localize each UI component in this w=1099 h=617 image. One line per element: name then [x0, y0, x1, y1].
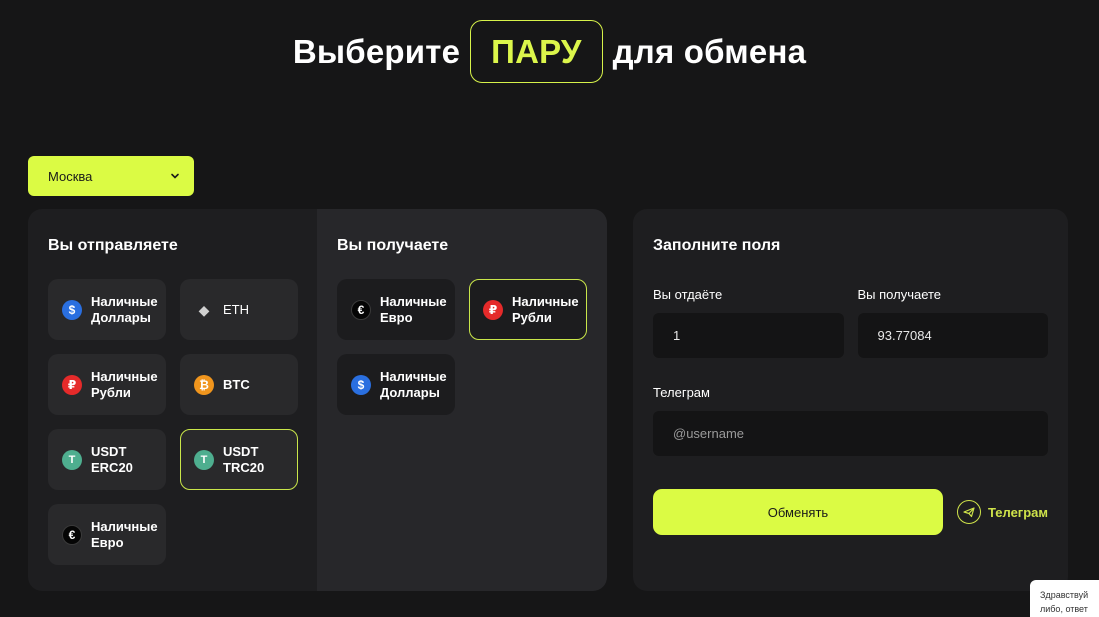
telegram-link-label: Телеграм: [987, 504, 1048, 520]
currency-label-line1: Наличные: [91, 293, 158, 309]
currency-label: ETH: [223, 301, 249, 317]
euro-icon: €: [351, 299, 371, 320]
send-eth[interactable]: ◆ ETH: [180, 279, 298, 340]
page-title: Выберите ПАРУ для обмена: [0, 20, 1099, 83]
ruble-icon: ₽: [483, 299, 503, 320]
currency-label-line1: Наличные: [91, 368, 158, 384]
title-highlight: ПАРУ: [470, 20, 603, 83]
receive-cash-eur[interactable]: € Наличные Евро: [337, 279, 455, 340]
currency-label-line2: ERC20: [91, 459, 133, 475]
currency-label-line1: Наличные: [380, 293, 447, 309]
chat-line-2: либо, ответ: [1040, 604, 1088, 614]
telegram-link[interactable]: Телеграм: [956, 500, 1048, 524]
exchange-button[interactable]: Обменять: [653, 489, 943, 535]
send-title: Вы отправляете: [48, 237, 178, 254]
get-amount-value: 93.77084: [877, 328, 932, 343]
ethereum-icon: ◆: [198, 301, 210, 318]
receive-currency-list: € Наличные Евро ₽ Наличные Рубли $ Наличны…: [337, 279, 587, 415]
chat-line-1: Здравствуй: [1040, 590, 1089, 600]
telegram-input[interactable]: @username: [653, 411, 1048, 456]
telegram-label: Телеграм: [653, 385, 710, 400]
currency-label-line1: Наличные: [91, 518, 158, 534]
get-amount-input[interactable]: 93.77084: [857, 313, 1048, 358]
currency-label-line2: TRC20: [223, 459, 265, 475]
give-amount-input[interactable]: 1: [653, 313, 844, 358]
get-field: Вы получаете 93.77084: [857, 287, 1048, 358]
receive-column: Вы получаете € Наличные Евро ₽ Наличные Ру…: [317, 209, 607, 591]
currency-label-line2: Рубли: [91, 384, 131, 400]
title-prefix: Выберите: [292, 32, 461, 70]
currency-label-line2: Рубли: [512, 309, 552, 325]
currency-label: Наличные Рубли: [512, 294, 579, 326]
exchange-panel: Вы отправляете $ Наличные Доллары ◆ ETH ₽…: [28, 209, 607, 591]
send-column: Вы отправляете $ Наличные Доллары ◆ ETH ₽…: [28, 209, 317, 591]
currency-label-line2: Доллары: [91, 309, 151, 325]
currency-label: USDT ERC20: [91, 444, 133, 476]
currency-label-line1: USDT: [223, 443, 259, 459]
send-btc[interactable]: ₿ BTC: [180, 354, 298, 415]
receive-title: Вы получаете: [337, 237, 449, 254]
currency-label: Наличные Рубли: [91, 369, 158, 401]
send-cash-rub[interactable]: ₽ Наличные Рубли: [48, 354, 166, 415]
receive-cash-usd[interactable]: $ Наличные Доллары: [337, 354, 455, 415]
currency-label: Наличные Доллары: [91, 294, 158, 326]
title-suffix: для обмена: [612, 32, 807, 70]
telegram-placeholder: @username: [673, 426, 745, 441]
telegram-icon: [956, 500, 981, 524]
currency-label: BTC: [223, 376, 250, 392]
currency-label: USDT TRC20: [223, 444, 264, 476]
city-select-value: Москва: [48, 168, 93, 184]
currency-label: Наличные Евро: [91, 519, 158, 551]
chevron-down-icon: [171, 173, 179, 179]
give-field: Вы отдаёте 1: [653, 287, 844, 358]
euro-icon: €: [62, 524, 82, 545]
currency-label-line1: Наличные: [380, 368, 447, 384]
send-usdt-trc20[interactable]: T USDT TRC20: [180, 429, 298, 490]
bitcoin-icon: ₿: [194, 374, 214, 395]
tether-icon: T: [194, 449, 214, 470]
currency-label-line2: Евро: [380, 309, 413, 325]
amount-row: Вы отдаёте 1 Вы получаете 93.77084: [653, 287, 1048, 358]
currency-label: Наличные Евро: [380, 294, 447, 326]
city-select[interactable]: Москва: [28, 156, 194, 196]
tether-icon: T: [62, 449, 82, 470]
dollar-icon: $: [351, 374, 371, 395]
currency-label-line1: USDT: [91, 443, 127, 459]
order-form: Заполните поля Вы отдаёте 1 Вы получаете…: [633, 209, 1068, 591]
form-actions: Обменять Телеграм: [653, 489, 1048, 535]
send-cash-eur[interactable]: € Наличные Евро: [48, 504, 166, 565]
chat-widget[interactable]: Здравствуй либо, ответ: [1030, 580, 1099, 617]
give-label: Вы отдаёте: [653, 287, 723, 302]
send-usdt-erc20[interactable]: T USDT ERC20: [48, 429, 166, 490]
ruble-icon: ₽: [62, 374, 82, 395]
receive-cash-rub[interactable]: ₽ Наличные Рубли: [469, 279, 587, 340]
send-cash-usd[interactable]: $ Наличные Доллары: [48, 279, 166, 340]
send-currency-list: $ Наличные Доллары ◆ ETH ₽ Наличные Рубли …: [48, 279, 298, 565]
currency-label-line1: Наличные: [512, 293, 579, 309]
give-amount-value: 1: [673, 328, 681, 343]
form-title: Заполните поля: [653, 237, 781, 254]
currency-label-line2: Евро: [91, 534, 124, 550]
currency-label-line2: Доллары: [380, 384, 440, 400]
currency-label: Наличные Доллары: [380, 369, 447, 401]
dollar-icon: $: [62, 299, 82, 320]
get-label: Вы получаете: [857, 287, 942, 302]
